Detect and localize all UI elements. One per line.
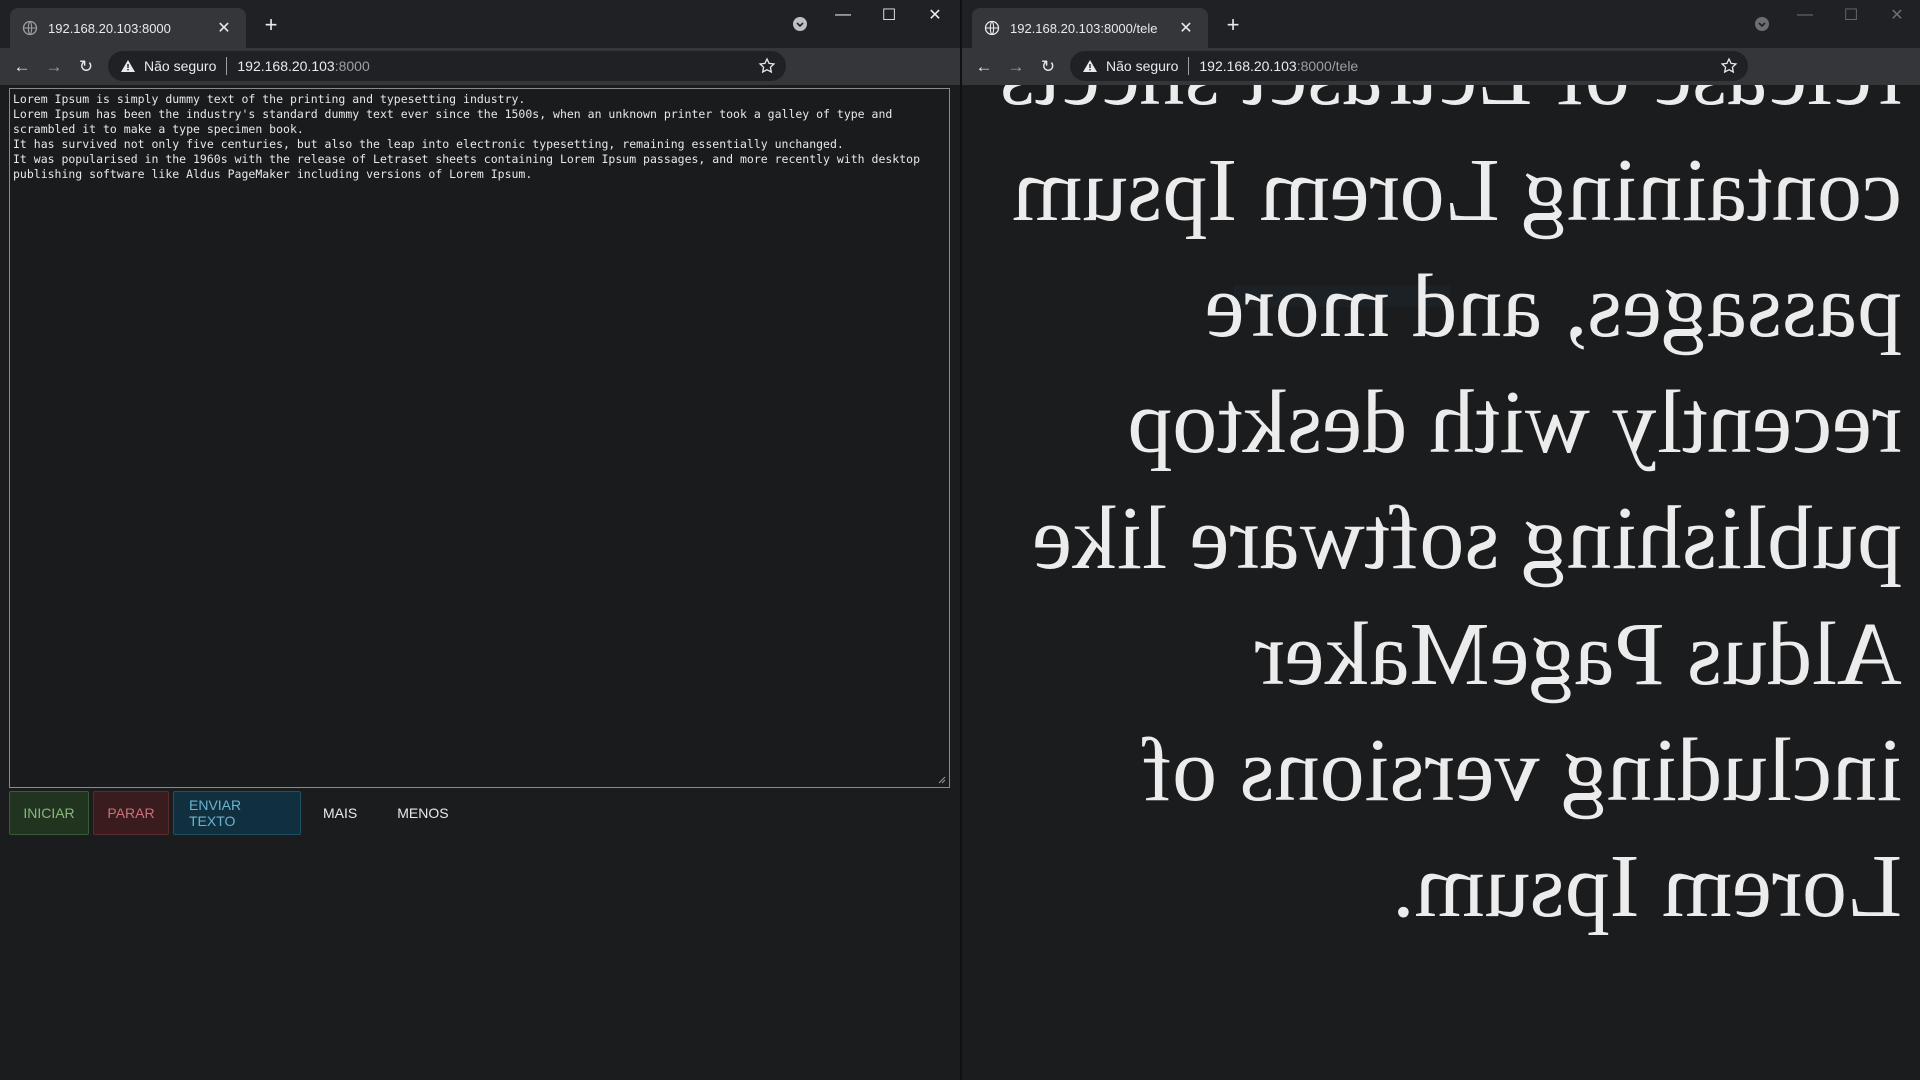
tab-title: 192.168.20.103:8000/tele: [1010, 20, 1158, 36]
page-content: release of Letraset sheets containing Lo…: [962, 85, 1920, 1080]
minimize-icon[interactable]: —: [1782, 0, 1828, 30]
warning-icon[interactable]: [120, 58, 136, 74]
address-divider: [1188, 57, 1190, 75]
maximize-icon[interactable]: ☐: [866, 0, 912, 30]
address-bar[interactable]: Não seguro 192.168.20.103:8000/tele: [1070, 51, 1748, 81]
tab-prompter[interactable]: 192.168.20.103:8000/tele ✕: [972, 8, 1208, 48]
reload-icon[interactable]: ↻: [70, 51, 102, 83]
tab-title: 192.168.20.103:8000: [48, 20, 171, 36]
back-icon[interactable]: ←: [968, 51, 1000, 83]
control-button-row: INICIAR PARAR ENVIAR TEXTO MAIS MENOS: [9, 791, 471, 835]
tab-strip: 192.168.20.103:8000 ✕ + — ☐ ✕: [0, 0, 960, 48]
back-icon[interactable]: ←: [6, 51, 38, 83]
text-editor-textarea[interactable]: Lorem Ipsum is simply dummy text of the …: [9, 88, 950, 788]
close-window-icon[interactable]: ✕: [1874, 0, 1920, 30]
url-path: :8000/tele: [1296, 58, 1359, 74]
resize-handle-icon[interactable]: [938, 776, 946, 784]
teleprompter-view: release of Letraset sheets containing Lo…: [970, 85, 1912, 1074]
url-host: 192.168.20.103: [1199, 58, 1297, 74]
new-tab-icon[interactable]: +: [1220, 13, 1246, 39]
close-tab-icon[interactable]: ✕: [1176, 18, 1196, 38]
url-host: 192.168.20.103: [237, 58, 335, 74]
reload-icon[interactable]: ↻: [1032, 51, 1064, 83]
minimize-icon[interactable]: —: [820, 0, 866, 30]
tab-control[interactable]: 192.168.20.103:8000 ✕: [10, 8, 246, 48]
forward-icon[interactable]: →: [1000, 51, 1032, 83]
close-tab-icon[interactable]: ✕: [214, 18, 234, 38]
start-button[interactable]: INICIAR: [9, 791, 89, 835]
forward-icon[interactable]: →: [38, 51, 70, 83]
new-tab-icon[interactable]: +: [258, 13, 284, 39]
url-path: :8000: [334, 58, 370, 74]
address-bar[interactable]: Não seguro 192.168.20.103:8000: [108, 51, 786, 81]
browser-toolbar: ← → ↻ Não seguro 192.168.20.103:8000 ⋮: [0, 48, 960, 122]
warning-icon[interactable]: [1082, 58, 1098, 74]
tab-strip: 192.168.20.103:8000/tele ✕ + — ☐ ✕: [962, 0, 1920, 48]
stop-button[interactable]: PARAR: [93, 791, 169, 835]
security-label[interactable]: Não seguro: [1106, 58, 1178, 74]
browser-window-control: 192.168.20.103:8000 ✕ + — ☐ ✕ ← → ↻ Não …: [0, 0, 960, 1080]
page-content: Lorem Ipsum is simply dummy text of the …: [0, 85, 960, 1080]
more-button[interactable]: MAIS: [305, 791, 375, 835]
send-text-button[interactable]: ENVIAR TEXTO: [173, 791, 301, 835]
globe-icon: [984, 20, 1000, 36]
security-label[interactable]: Não seguro: [144, 58, 216, 74]
browser-toolbar: ← → ↻ Não seguro 192.168.20.103:8000/tel…: [962, 48, 1920, 122]
close-window-icon[interactable]: ✕: [912, 0, 958, 30]
tab-search-icon[interactable]: [790, 14, 810, 34]
mirrored-prompter-text: release of Letraset sheets containing Lo…: [1000, 85, 1902, 936]
tab-search-icon[interactable]: [1752, 14, 1772, 34]
bookmark-star-icon[interactable]: [758, 57, 776, 75]
less-button[interactable]: MENOS: [379, 791, 466, 835]
globe-icon: [22, 20, 38, 36]
address-divider: [226, 57, 228, 75]
browser-window-prompter: 192.168.20.103:8000/tele ✕ + — ☐ ✕ ← → ↻…: [960, 0, 1920, 1080]
maximize-icon[interactable]: ☐: [1828, 0, 1874, 30]
bookmark-star-icon[interactable]: [1720, 57, 1738, 75]
